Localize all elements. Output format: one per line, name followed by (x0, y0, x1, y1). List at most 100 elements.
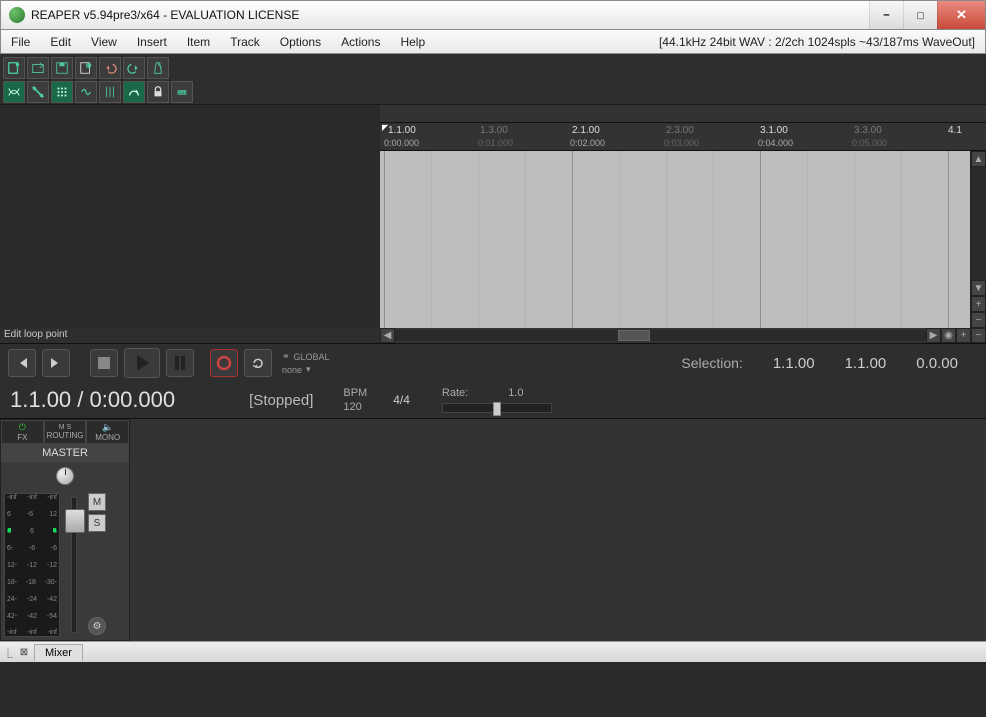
scroll-track[interactable] (971, 167, 986, 280)
grid-lines-icon[interactable] (123, 81, 145, 103)
pan-knob[interactable] (56, 467, 74, 485)
toolbar-extra-icon[interactable]: ECH (171, 81, 193, 103)
scroll-thumb[interactable] (618, 330, 650, 341)
ruler-time: 0:00.000 (384, 138, 419, 148)
ruler-bar: 3.1.00 (760, 125, 788, 136)
edit-cursor-icon: ◤ (382, 123, 388, 132)
master-solo-button[interactable]: S (88, 514, 106, 532)
zoom-out-v-icon[interactable]: − (971, 312, 986, 328)
master-mono-button[interactable]: 🔈 MONO (86, 420, 129, 444)
record-button[interactable] (210, 349, 238, 377)
tab-mixer[interactable]: Mixer (34, 644, 83, 661)
marker-nav-icon[interactable]: ◉ (941, 328, 956, 343)
go-to-start-button[interactable] (8, 349, 36, 377)
window-buttons: ━ ▢ ✕ (869, 1, 985, 29)
mixer-panel: ⏻ FX M S ROUTING 🔈 MONO MASTER -inf-inf-… (0, 419, 986, 641)
automation-mode[interactable]: ⚭GLOBAL none▾ (282, 351, 330, 375)
selection-end[interactable]: 1.1.00 (845, 355, 887, 372)
menu-options[interactable]: Options (270, 35, 331, 49)
selection-length[interactable]: 0.0.00 (916, 355, 958, 372)
play-button[interactable] (124, 348, 160, 378)
audio-device-status[interactable]: [44.1kHz 24bit WAV : 2/2ch 1024spls ~43/… (659, 35, 985, 49)
toolbar-row-1: i (3, 57, 193, 79)
power-icon: ⏻ (19, 422, 26, 433)
auto-crossfade-icon[interactable] (3, 81, 25, 103)
svg-text:ECH: ECH (179, 91, 187, 95)
scroll-up-icon[interactable]: ▲ (971, 151, 986, 167)
time-signature[interactable]: 4/4 (393, 393, 410, 407)
maximize-button[interactable]: ▢ (903, 1, 937, 29)
zoom-in-h-icon[interactable]: + (956, 328, 971, 343)
status-hint: Edit loop point (0, 328, 380, 343)
ruler-bar: 4.1 (948, 125, 962, 136)
menu-item[interactable]: Item (177, 35, 220, 49)
ripple-edit-icon[interactable] (75, 81, 97, 103)
menu-file[interactable]: File (1, 35, 40, 49)
ruler-time: 0:02.000 (570, 138, 605, 148)
locked-icon[interactable] (147, 81, 169, 103)
master-settings-button[interactable]: ⚙ (88, 617, 106, 635)
arrange-view[interactable]: ◤ 1.1.00 0:00.000 1.3.00 0:01.000 2.1.00… (380, 105, 986, 343)
menu-edit[interactable]: Edit (40, 35, 81, 49)
selection-start[interactable]: 1.1.00 (773, 355, 815, 372)
chevron-down-icon: ▾ (306, 364, 311, 375)
master-pan[interactable] (1, 462, 129, 490)
master-routing-button[interactable]: M S ROUTING (44, 420, 87, 444)
save-project-icon[interactable] (51, 57, 73, 79)
main-area: Edit loop point ◤ 1.1.00 0:00.000 1.3.00… (0, 105, 986, 343)
zoom-out-h-icon[interactable]: − (971, 328, 986, 343)
stop-button[interactable] (90, 349, 118, 377)
minimize-button[interactable]: ━ (869, 1, 903, 29)
ruler-bar: 2.1.00 (572, 125, 600, 136)
close-button[interactable]: ✕ (937, 1, 985, 29)
menu-insert[interactable]: Insert (127, 35, 177, 49)
new-project-icon[interactable] (3, 57, 25, 79)
selection-label: Selection: (681, 355, 742, 371)
go-to-end-button[interactable] (42, 349, 70, 377)
item-grouping-icon[interactable] (27, 81, 49, 103)
envelope-move-icon[interactable] (99, 81, 121, 103)
zoom-in-v-icon[interactable]: + (971, 296, 986, 312)
tab-close-icon[interactable]: ⊠ (16, 647, 32, 658)
pause-button[interactable] (166, 349, 194, 377)
metronome-icon[interactable] (147, 57, 169, 79)
open-project-icon[interactable] (27, 57, 49, 79)
fader-thumb[interactable] (65, 509, 85, 533)
ruler-bar: 2.3.00 (666, 125, 694, 136)
master-mute-button[interactable]: M (88, 493, 106, 511)
project-settings-icon[interactable]: i (75, 57, 97, 79)
arrange-vscrollbar[interactable]: ▲ ▼ + − (970, 151, 986, 328)
menu-view[interactable]: View (81, 35, 127, 49)
ruler-bar: 1.1.00 (388, 125, 416, 136)
link-icon: ⚭ (282, 351, 290, 362)
redo-icon[interactable] (123, 57, 145, 79)
slider-thumb[interactable] (493, 402, 501, 416)
repeat-button[interactable] (244, 349, 272, 377)
menu-track[interactable]: Track (220, 35, 270, 49)
scroll-right-icon[interactable]: ▶ (926, 328, 941, 343)
arrange-canvas[interactable] (380, 151, 970, 328)
ruler[interactable]: ◤ 1.1.00 0:00.000 1.3.00 0:01.000 2.1.00… (380, 123, 986, 151)
snap-icon[interactable] (51, 81, 73, 103)
svg-text:i: i (87, 63, 88, 68)
scroll-down-icon[interactable]: ▼ (971, 280, 986, 296)
toolbar-row-2: ECH (3, 81, 193, 103)
menu-help[interactable]: Help (390, 35, 435, 49)
menu-actions[interactable]: Actions (331, 35, 390, 49)
timeline-markers[interactable] (380, 105, 986, 123)
transport-position[interactable]: 1.1.00 / 0:00.000 (10, 387, 175, 413)
master-fx-button[interactable]: ⏻ FX (1, 420, 44, 444)
arrange-hscrollbar[interactable]: ◀ ▶ ◉ + − (380, 328, 986, 343)
master-fader[interactable] (62, 493, 86, 637)
docker-toggle-icon[interactable]: ⎿ (0, 645, 16, 660)
window-title: REAPER v5.94pre3/x64 - EVALUATION LICENS… (31, 8, 869, 22)
scroll-track-h[interactable] (395, 330, 926, 341)
ruler-time: 0:01.000 (478, 138, 513, 148)
playrate-slider[interactable] (442, 403, 552, 413)
scroll-left-icon[interactable]: ◀ (380, 328, 395, 343)
track-control-panel[interactable]: Edit loop point (0, 105, 380, 343)
bpm-display[interactable]: BPM 120 (343, 386, 367, 414)
master-meter: -inf-inf-inf 6-612 666 6--6-6 12--12-12 … (4, 493, 60, 637)
ruler-time: 0:03.000 (664, 138, 699, 148)
undo-icon[interactable] (99, 57, 121, 79)
